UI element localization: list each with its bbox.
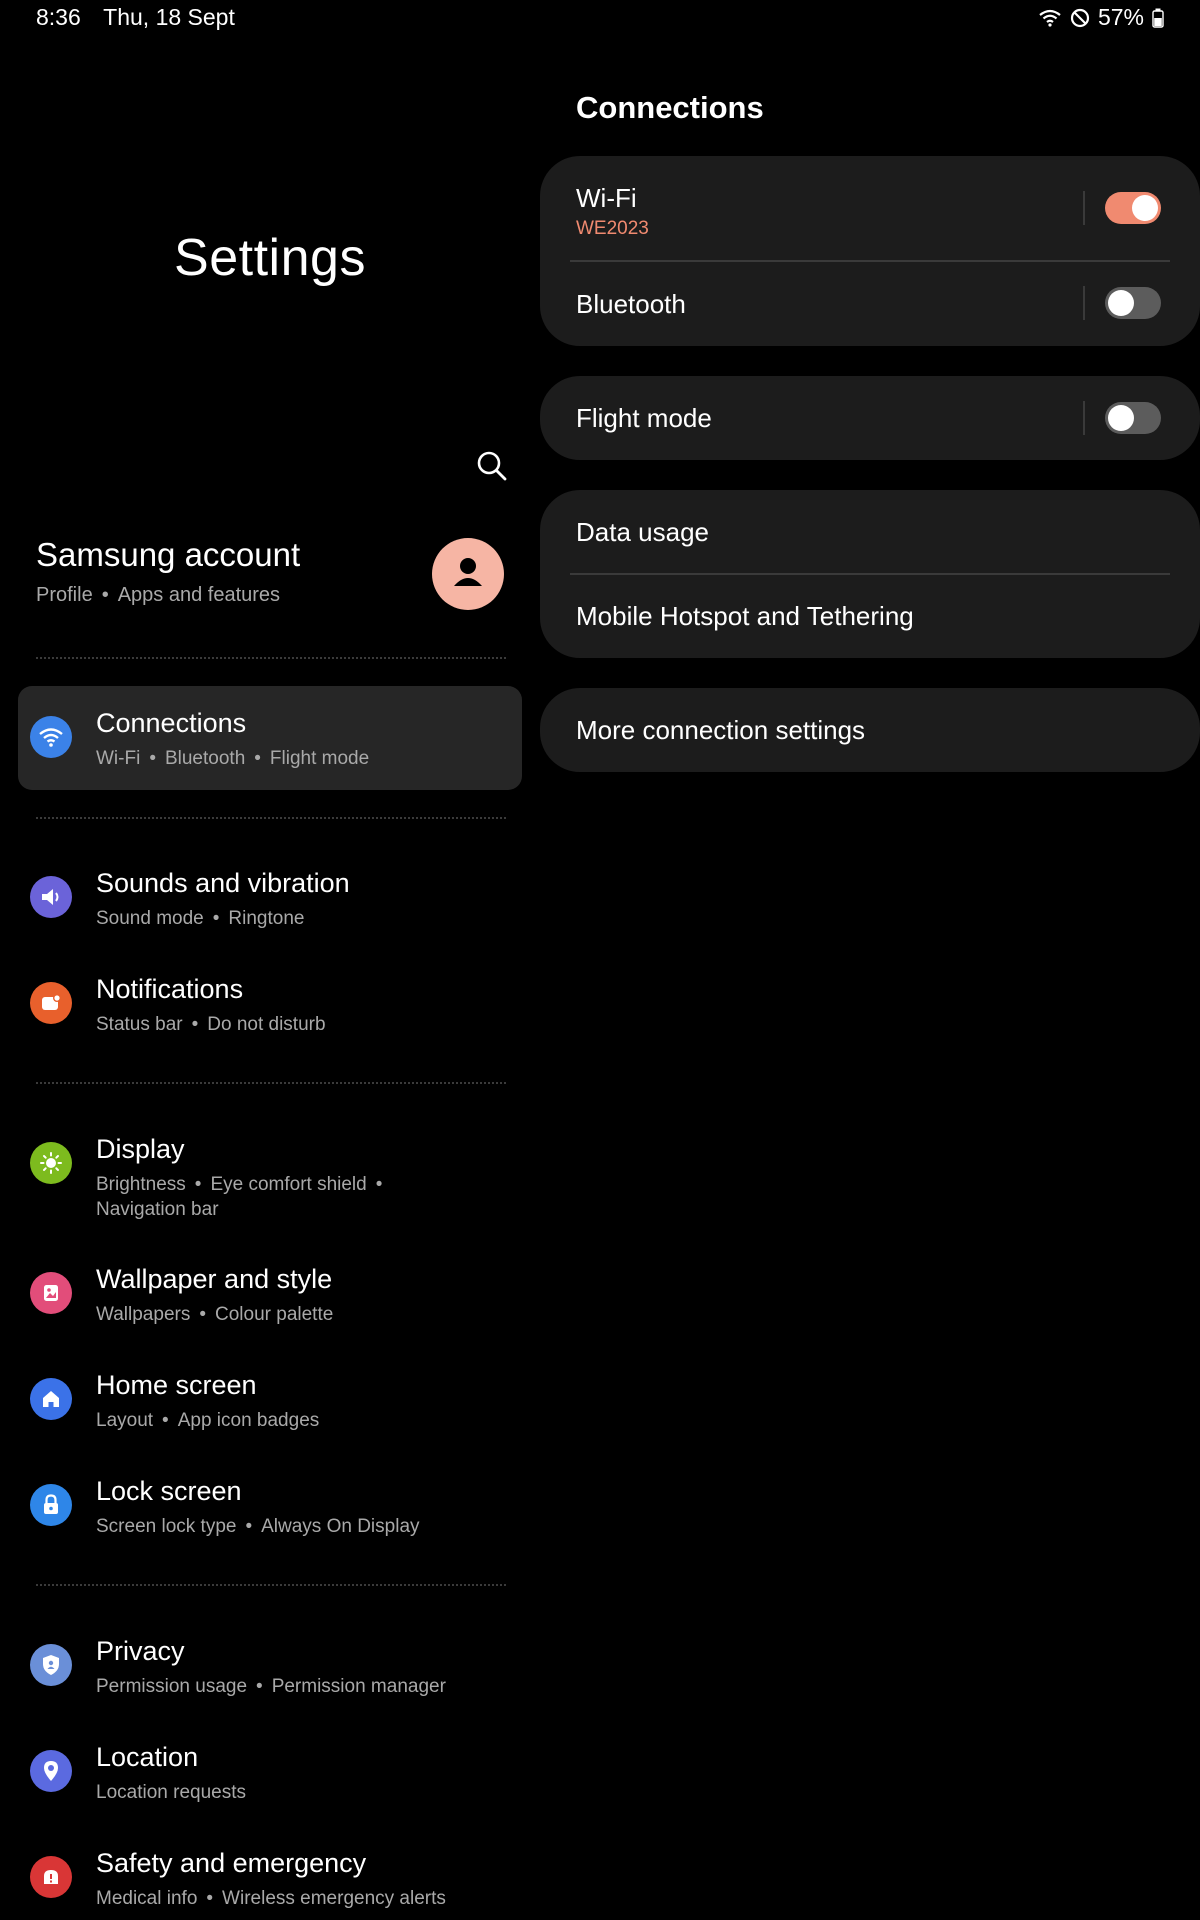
menu-item-subtitle: Sound mode • Ringtone [96,908,305,929]
menu-item-subtitle: Wallpapers • Colour palette [96,1304,334,1325]
wifi-signal-icon [1039,9,1061,27]
data-usage-row[interactable]: Data usage [576,490,1200,574]
emergency-icon [30,1856,72,1898]
flight-mode-toggle[interactable] [1105,402,1161,434]
menu-item-subtitle: Screen lock type • Always On Display [96,1516,420,1537]
menu-item-sounds-and-vibration[interactable]: Sounds and vibration Sound mode • Ringtone [18,846,522,950]
flight-mode-label: Flight mode [576,403,712,433]
avatar[interactable] [432,538,504,610]
wifi-icon [30,716,72,758]
separator [1083,191,1085,225]
menu-item-title: Sounds and vibration [96,868,350,898]
menu-item-lock-screen[interactable]: Lock screen Screen lock type • Always On D… [18,1454,522,1558]
menu-item-title: Connections [96,708,247,738]
sun-icon [30,1142,72,1184]
settings-menu-pane: Settings Samsung account Profile • Apps an… [0,0,540,1920]
separator [1083,401,1085,435]
menu-item-title: Home screen [96,1370,257,1400]
menu-item-title: Notifications [96,974,244,1004]
menu-item-home-screen[interactable]: Home screen Layout • App icon badges [18,1348,522,1452]
bluetooth-label: Bluetooth [576,289,686,319]
wifi-toggle[interactable] [1105,192,1161,224]
divider [36,1082,506,1084]
do-not-disturb-icon [1070,8,1090,27]
menu-item-display[interactable]: Display Brightness • Eye comfort shield • Na… [18,1112,522,1240]
notification-icon [30,982,72,1024]
menu-item-subtitle: Wi-Fi • Bluetooth • Flight mode [96,748,370,769]
search-button[interactable] [474,448,510,484]
menu-item-subtitle: Layout • App icon badges [96,1410,320,1431]
location-pin-icon [30,1750,72,1792]
menu-item-title: Lock screen [96,1476,242,1506]
mobile-hotspot-label: Mobile Hotspot and Tethering [576,601,914,631]
divider [36,1584,506,1586]
more-connection-settings-row[interactable]: More connection settings [576,688,1200,772]
data-hotspot-card: Data usage Mobile Hotspot and Tethering [540,490,1200,658]
wifi-label: Wi-Fi [576,183,637,213]
menu-item-notifications[interactable]: Notifications Status bar • Do not disturb [18,952,522,1056]
lock-icon [30,1484,72,1526]
bluetooth-toggle[interactable] [1105,287,1161,319]
page-title: Settings [174,229,366,287]
wallpaper-icon [30,1272,72,1314]
more-settings-card: More connection settings [540,688,1200,772]
home-icon [30,1378,72,1420]
detail-pane-title: Connections [576,90,764,125]
battery-icon [1152,8,1164,28]
menu-item-subtitle: Medical info • Wireless emergency alerts [96,1888,446,1909]
menu-item-subtitle: Brightness • Eye comfort shield • Navigation… [96,1174,383,1220]
menu-item-connections[interactable]: Connections Wi-Fi • Bluetooth • Flight mode [18,686,522,790]
menu-item-title: Location [96,1742,199,1772]
menu-item-wallpaper-and-style[interactable]: Wallpaper and style Wallpapers • Colour pa… [18,1242,522,1346]
divider [36,817,506,819]
menu-item-subtitle: Location requests [96,1782,246,1803]
privacy-shield-icon [30,1644,72,1686]
menu-item-title: Display [96,1134,185,1164]
more-connection-settings-label: More connection settings [576,715,866,745]
menu-item-title: Privacy [96,1636,185,1666]
volume-icon [30,876,72,918]
battery-percent: 57% [1097,4,1144,30]
mobile-hotspot-row[interactable]: Mobile Hotspot and Tethering [576,575,1200,658]
wifi-bluetooth-card: Wi-Fi WE2023 Bluetooth [540,156,1200,346]
separator [1083,286,1085,320]
menu-item-location[interactable]: Location Location requests [18,1720,522,1824]
menu-item-title: Wallpaper and style [96,1264,333,1294]
data-usage-label: Data usage [576,517,709,547]
divider [36,657,506,659]
person-icon [454,558,482,586]
flight-mode-card: Flight mode [540,376,1200,460]
search-icon [477,451,507,481]
menu-item-safety-and-emergency[interactable]: Safety and emergency Medical info • Wirele… [18,1826,522,1920]
wifi-network-name: WE2023 [576,218,649,239]
menu-item-subtitle: Permission usage • Permission manager [96,1676,446,1697]
menu-item-privacy[interactable]: Privacy Permission usage • Permission mana… [18,1614,522,1718]
menu-item-title: Safety and emergency [96,1848,367,1878]
menu-item-subtitle: Status bar • Do not disturb [96,1014,326,1035]
